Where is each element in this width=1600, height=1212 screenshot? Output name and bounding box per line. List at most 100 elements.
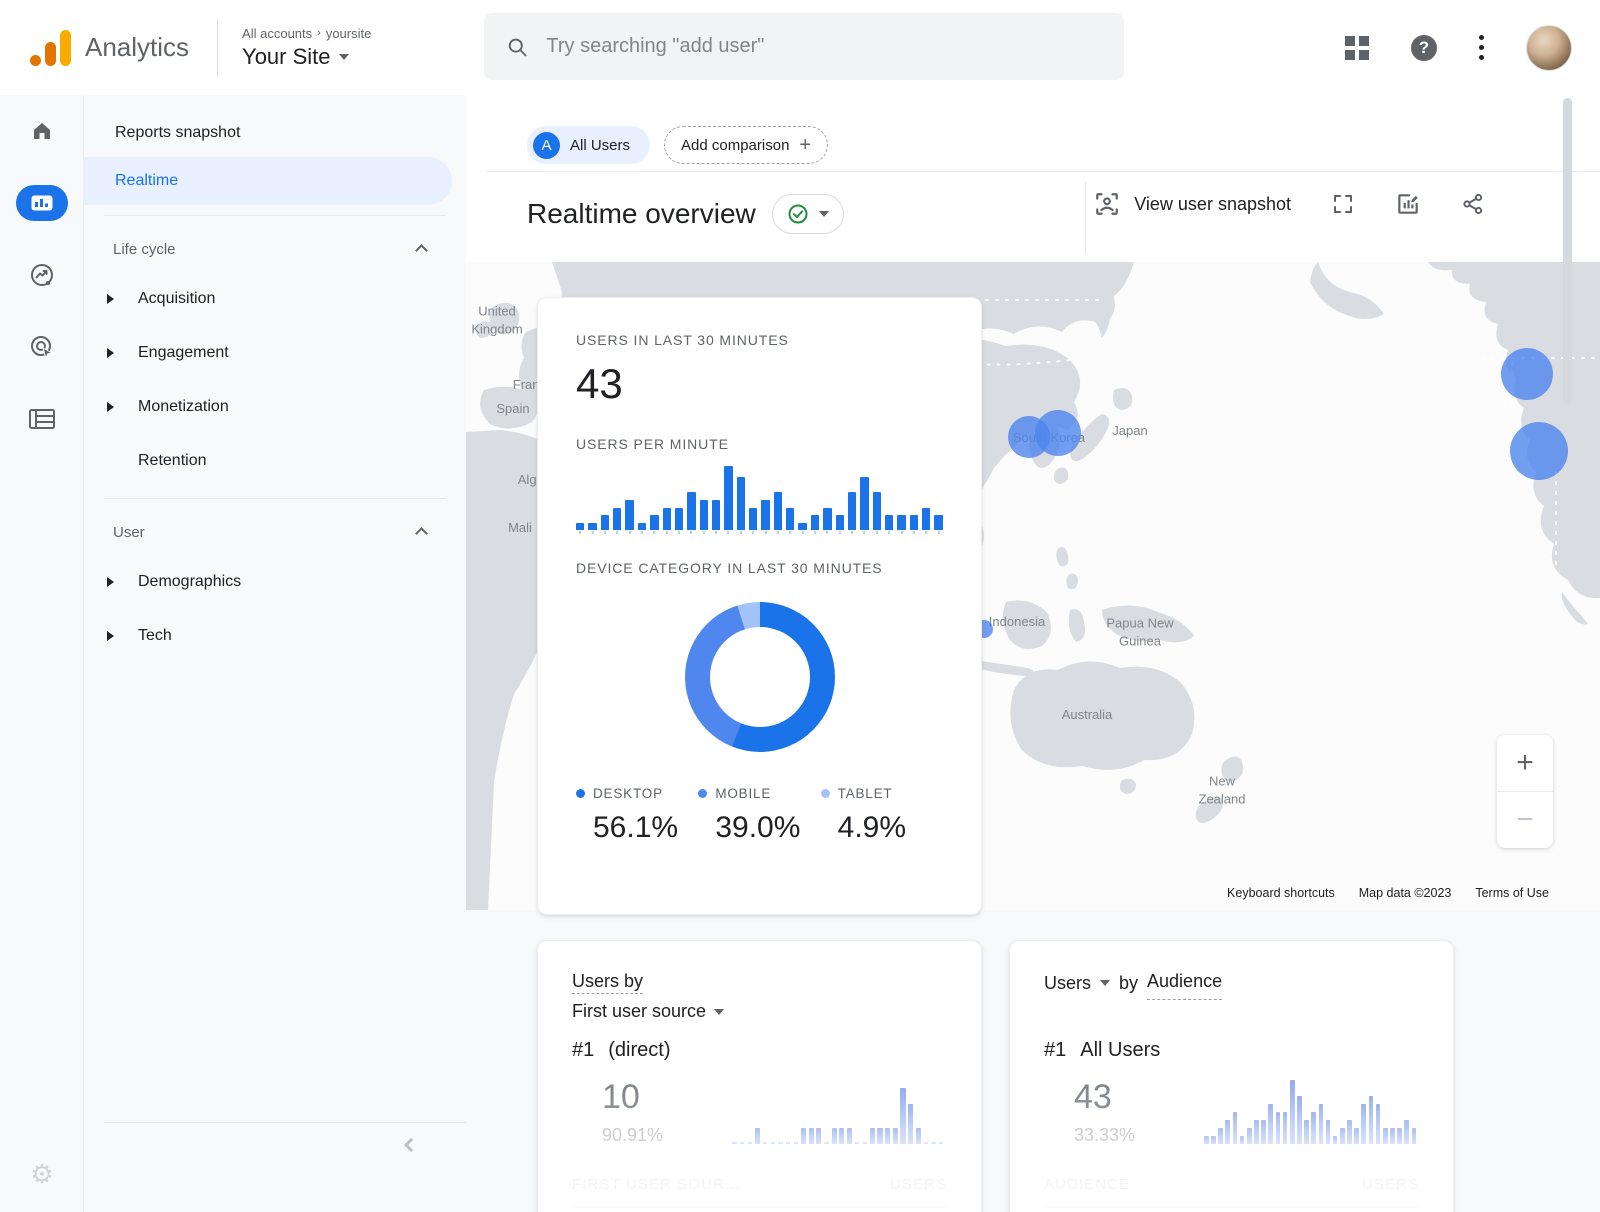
map-label: New Zealand [1199,772,1246,807]
keyboard-shortcuts-link[interactable]: Keyboard shortcuts [1223,884,1339,902]
breadcrumb-accounts: All accounts [242,26,312,41]
chevron-down-icon [819,211,829,217]
google-apps-button[interactable] [1345,36,1369,60]
nav-label: Monetization [138,398,229,416]
section-label: User [113,524,145,541]
map-label: Australia [1062,706,1113,724]
dimension-column-header: FIRST USER SOUR… [572,1176,741,1193]
users-metric-selector[interactable]: Users [1044,969,1091,999]
all-users-audience-chip[interactable]: A All Users [527,126,650,164]
share-report-button[interactable] [1461,192,1485,216]
map-zoom-control: + − [1497,735,1553,848]
add-comparison-label: Add comparison [681,137,789,154]
audience-dimension-selector[interactable]: Audience [1147,967,1222,1000]
desktop-percentage: 56.1% [593,811,698,845]
rail-library[interactable] [0,383,84,455]
users-30min-value: 43 [576,360,943,408]
check-circle-icon [787,203,809,225]
rank-number: #1 [1044,1039,1066,1062]
sidebar-divider [104,498,446,499]
legend-mobile: MOBILE 39.0% [698,786,820,845]
breadcrumb-site: yoursite [326,26,372,41]
expand-arrow-icon [107,577,114,587]
sidebar-item-monetization[interactable]: Monetization [84,380,466,434]
reports-sidebar: Reports snapshot Realtime Life cycle Acq… [84,95,466,1212]
metric-value: 43 [1074,1078,1204,1117]
report-header-band: A All Users Add comparison + Realtime ov… [466,95,1600,262]
sidebar-item-retention[interactable]: Retention [84,434,466,488]
sidebar-item-acquisition[interactable]: Acquisition [84,272,466,326]
active-users-map-marker [1510,422,1568,480]
chevron-right-icon: › [317,27,321,39]
sidebar-section-life-cycle[interactable]: Life cycle [84,226,466,272]
nav-label: Demographics [138,573,241,591]
users-30min-label: USERS IN LAST 30 MINUTES [576,332,943,348]
users-column-header: USERS [1362,1176,1419,1193]
help-icon: ? [1411,35,1437,61]
rail-explore[interactable] [0,239,84,311]
map-zoom-in-button[interactable]: + [1497,735,1553,791]
data-status-dropdown[interactable] [772,194,844,234]
header-divider [217,20,218,76]
toolbar-divider [1085,181,1086,253]
audience-chip-label: All Users [570,137,630,154]
breadcrumb[interactable]: All accounts › yoursite [242,26,371,41]
customize-report-button[interactable] [1395,191,1421,217]
rail-reports-active[interactable] [0,167,84,239]
sidebar-item-demographics[interactable]: Demographics [84,555,466,609]
users-per-minute-bar-chart [576,466,943,534]
sidebar-item-reports-snapshot[interactable]: Reports snapshot [84,109,466,157]
realtime-overview-card: USERS IN LAST 30 MINUTES 43 USERS PER MI… [537,297,982,915]
dimension-label: First user source [572,997,706,1027]
desktop-legend-dot [576,789,585,798]
admin-gear-icon[interactable]: ⚙ [0,1159,84,1190]
section-label: Life cycle [113,241,176,258]
card-title: Users by First user source [572,967,947,1031]
nav-label: Engagement [138,344,229,362]
expand-arrow-icon [107,631,114,641]
dimension-column-header: AUDIENCE [1044,1176,1130,1193]
mobile-percentage: 39.0% [715,811,820,845]
property-selector[interactable]: Your Site [242,44,371,70]
audience-initial-badge: A [533,132,560,159]
map-label: Papua New Guinea [1106,614,1173,649]
table-divider [1044,1207,1419,1208]
rail-advertising[interactable] [0,311,84,383]
mobile-legend-dot [698,789,707,798]
table-header-row: FIRST USER SOUR… USERS [572,1176,947,1193]
sidebar-item-engagement[interactable]: Engagement [84,326,466,380]
nav-label: Retention [138,452,207,470]
fullscreen-button[interactable] [1331,192,1355,216]
home-icon [30,119,54,143]
view-user-snapshot-button[interactable]: View user snapshot [1094,191,1291,217]
rail-home[interactable] [0,95,84,167]
edit-chart-icon [1395,191,1421,217]
map-label: Spain [496,400,529,418]
active-users-map-marker [1035,410,1081,456]
search-input[interactable] [546,35,1102,58]
more-options-button[interactable] [1479,35,1484,60]
collapse-sidebar-button[interactable] [399,1133,423,1157]
expand-arrow-icon [107,348,114,358]
terms-of-use-link[interactable]: Terms of Use [1471,884,1553,902]
navigation-rail: ⚙ [0,95,84,1212]
add-comparison-button[interactable]: Add comparison + [664,126,828,164]
sidebar-item-realtime[interactable]: Realtime [84,157,452,205]
map-label: United Kingdom [471,302,522,337]
map-zoom-out-button[interactable]: − [1497,791,1553,848]
sidebar-item-tech[interactable]: Tech [84,609,466,663]
logo-bar-tall [60,30,71,66]
help-button[interactable]: ? [1411,35,1437,61]
expand-arrow-icon [107,402,114,412]
explore-icon [29,262,55,288]
google-analytics-logo[interactable] [30,30,71,66]
page-scrollbar[interactable] [1563,98,1572,405]
by-label: by [1119,969,1138,999]
account-avatar[interactable] [1526,25,1572,71]
users-by-metric-selector[interactable]: Users by [572,971,643,994]
nav-label: Tech [138,627,172,645]
first-user-source-dimension-selector[interactable]: First user source [572,997,947,1027]
users-column-header: USERS [890,1176,947,1193]
sidebar-section-user[interactable]: User [84,509,466,555]
first-user-source-sparkline [732,1080,944,1144]
